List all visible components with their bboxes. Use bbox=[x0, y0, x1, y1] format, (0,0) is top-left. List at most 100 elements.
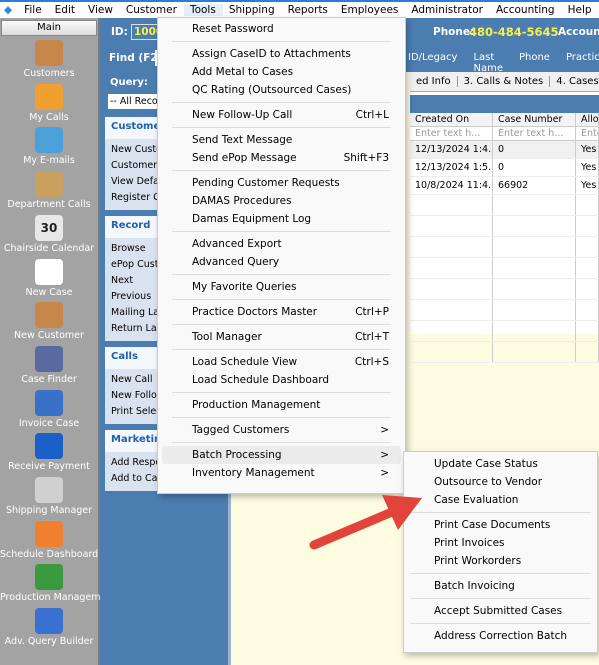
menu-tools[interactable]: Tools bbox=[183, 4, 223, 16]
find-column-1[interactable]: Last Name bbox=[473, 52, 503, 74]
submenu-item-case-evaluation[interactable]: Case Evaluation bbox=[408, 491, 593, 509]
clipboard-icon bbox=[35, 171, 63, 198]
menu-reports[interactable]: Reports bbox=[282, 4, 335, 16]
sidebar-item-invoice-case[interactable]: Invoice Case bbox=[0, 389, 98, 429]
sidebar-item-department-calls[interactable]: Department Calls bbox=[0, 171, 98, 210]
menu-view[interactable]: View bbox=[82, 4, 120, 16]
column-header[interactable]: Created On bbox=[410, 113, 493, 126]
submenu-item-print-case-documents[interactable]: Print Case Documents bbox=[408, 516, 593, 534]
empty-row bbox=[410, 216, 599, 237]
sidebar-item-label: Case Finder bbox=[21, 373, 77, 385]
menu-item-advanced-export[interactable]: Advanced Export bbox=[162, 235, 401, 253]
menu-separator bbox=[172, 392, 391, 393]
sidebar-item-label: My Calls bbox=[29, 111, 69, 123]
sidebar-item-receive-payment[interactable]: Receive Payment bbox=[0, 433, 98, 472]
table-cell: Yes bbox=[576, 141, 599, 158]
submenu-item-accept-submitted-cases[interactable]: Accept Submitted Cases bbox=[408, 602, 593, 620]
submenu-item-print-invoices[interactable]: Print Invoices bbox=[408, 534, 593, 552]
menu-item-label: QC Rating (Outsourced Cases) bbox=[192, 84, 352, 96]
menu-customer[interactable]: Customer bbox=[120, 4, 184, 16]
menu-employees[interactable]: Employees bbox=[335, 4, 405, 16]
sidebar-item-schedule-dashboard[interactable]: Schedule Dashboard bbox=[0, 520, 98, 560]
menu-item-production-management[interactable]: Production Management bbox=[162, 396, 401, 414]
menu-item-label: Production Management bbox=[192, 399, 321, 411]
menu-item-tool-manager[interactable]: Tool Manager Ctrl+T bbox=[162, 328, 401, 346]
column-filter-input[interactable]: Enter text h... bbox=[493, 127, 576, 140]
sidebar-item-customers[interactable]: Customers bbox=[0, 40, 98, 79]
menu-shipping[interactable]: Shipping bbox=[223, 4, 282, 16]
menu-item-my-favorite-queries[interactable]: My Favorite Queries bbox=[162, 278, 401, 296]
menu-item-damas-procedures[interactable]: DAMAS Procedures bbox=[162, 192, 401, 210]
table-cell bbox=[493, 237, 576, 257]
menu-item-label: Pending Customer Requests bbox=[192, 177, 340, 189]
menu-item-load-schedule-view[interactable]: Load Schedule View Ctrl+S bbox=[162, 353, 401, 371]
menu-item-label: Advanced Export bbox=[192, 238, 282, 250]
sidebar-item-adv-query-builder[interactable]: Adv. Query Builder bbox=[0, 608, 98, 647]
table-cell: 12/13/2024 1:4... bbox=[410, 141, 493, 158]
submenu-item-print-workorders[interactable]: Print Workorders bbox=[408, 552, 593, 570]
menu-item-tagged-customers[interactable]: Tagged Customers > bbox=[162, 421, 401, 439]
menu-item-send-epop-message[interactable]: Send ePop Message Shift+F3 bbox=[162, 149, 401, 167]
menu-item-damas-equipment-log[interactable]: Damas Equipment Log bbox=[162, 210, 401, 228]
menu-item-batch-processing[interactable]: Batch Processing > bbox=[162, 446, 401, 464]
menu-administrator[interactable]: Administrator bbox=[405, 4, 490, 16]
find-column-0[interactable]: ID/Legacy bbox=[408, 52, 457, 74]
sidebar-item-my-calls[interactable]: My Calls bbox=[0, 83, 98, 123]
red-arrow-annotation bbox=[309, 495, 422, 550]
column-filter-input[interactable]: Ente bbox=[576, 127, 599, 140]
find-column-3[interactable]: Practice bbox=[566, 52, 599, 74]
menu-separator bbox=[172, 299, 391, 300]
menu-item-add-metal-to-cases[interactable]: Add Metal to Cases bbox=[162, 63, 401, 81]
table-row[interactable]: 10/8/2024 11:4... 66902 Yes bbox=[410, 177, 599, 195]
sidebar-item-chairside-calendar[interactable]: 30 Chairside Calendar bbox=[0, 214, 98, 254]
table-row[interactable]: 12/13/2024 1:4... 0 Yes bbox=[410, 141, 599, 159]
tab-1[interactable]: 3. Calls & Notes bbox=[457, 76, 551, 87]
tab-0[interactable]: ed Info bbox=[410, 76, 458, 87]
sidebar-item-production-management[interactable]: Production Management bbox=[0, 564, 116, 603]
menu-item-advanced-query[interactable]: Advanced Query bbox=[162, 253, 401, 271]
column-filter-input[interactable]: Enter text h... bbox=[410, 127, 493, 140]
menu-item-shortcut: Ctrl+S bbox=[354, 356, 389, 368]
table-cell bbox=[493, 279, 576, 299]
table-cell bbox=[493, 195, 576, 215]
menu-item-label: My Favorite Queries bbox=[192, 281, 297, 293]
submenu-item-outsource-to-vendor[interactable]: Outsource to Vendor bbox=[408, 473, 593, 491]
find-column-2[interactable]: Phone bbox=[519, 52, 550, 74]
menu-item-pending-customer-requests[interactable]: Pending Customer Requests bbox=[162, 174, 401, 192]
batch-processing-submenu: Update Case Status Outsource to Vendor Cas… bbox=[403, 451, 598, 653]
menu-separator bbox=[410, 512, 591, 513]
menu-help[interactable]: Help bbox=[562, 4, 599, 16]
column-header[interactable]: Case Number bbox=[493, 113, 576, 126]
tab-2[interactable]: 4. Cases bbox=[550, 76, 599, 87]
menu-item-reset-password[interactable]: Reset Password bbox=[162, 20, 401, 38]
menu-item-new-follow-up-call[interactable]: New Follow-Up Call Ctrl+L bbox=[162, 106, 401, 124]
submenu-item-address-correction-batch[interactable]: Address Correction Batch bbox=[408, 627, 593, 645]
empty-row bbox=[410, 195, 599, 216]
table-row[interactable]: 12/13/2024 1:5... 0 Yes bbox=[410, 159, 599, 177]
menu-item-assign-caseid-to-attachments[interactable]: Assign CaseID to Attachments bbox=[162, 45, 401, 63]
app-logo-icon: ◆ bbox=[4, 4, 13, 16]
table-cell bbox=[576, 300, 599, 320]
sidebar-item-shipping-manager[interactable]: Shipping Manager bbox=[0, 477, 98, 516]
menu-item-send-text-message[interactable]: Send Text Message bbox=[162, 131, 401, 149]
sidebar-item-new-case[interactable]: New Case bbox=[0, 258, 98, 298]
empty-row bbox=[410, 321, 599, 342]
sidebar-item-my-e-mails[interactable]: My E-mails bbox=[0, 127, 98, 166]
menu-item-load-schedule-dashboard[interactable]: Load Schedule Dashboard bbox=[162, 371, 401, 389]
menu-item-label: Tool Manager bbox=[192, 331, 262, 343]
sidebar-item-case-finder[interactable]: Case Finder bbox=[0, 345, 98, 385]
sidebar-header[interactable]: Main bbox=[1, 20, 97, 36]
grid-group-bar bbox=[410, 95, 599, 113]
submenu-item-batch-invoicing[interactable]: Batch Invoicing bbox=[408, 577, 593, 595]
menu-file[interactable]: File bbox=[18, 4, 49, 16]
sidebar-item-new-customer[interactable]: New Customer bbox=[0, 302, 98, 341]
submenu-item-update-case-status[interactable]: Update Case Status bbox=[408, 455, 593, 473]
table-cell bbox=[410, 279, 493, 299]
table-cell: Yes bbox=[576, 159, 599, 176]
menu-item-practice-doctors-master[interactable]: Practice Doctors Master Ctrl+P bbox=[162, 303, 401, 321]
menu-edit[interactable]: Edit bbox=[49, 4, 82, 16]
menu-item-qc-rating-outsourced-cases[interactable]: QC Rating (Outsourced Cases) bbox=[162, 81, 401, 99]
menu-item-inventory-management[interactable]: Inventory Management > bbox=[162, 464, 401, 482]
menu-accounting[interactable]: Accounting bbox=[490, 4, 562, 16]
column-header[interactable]: Allow bbox=[576, 113, 599, 126]
